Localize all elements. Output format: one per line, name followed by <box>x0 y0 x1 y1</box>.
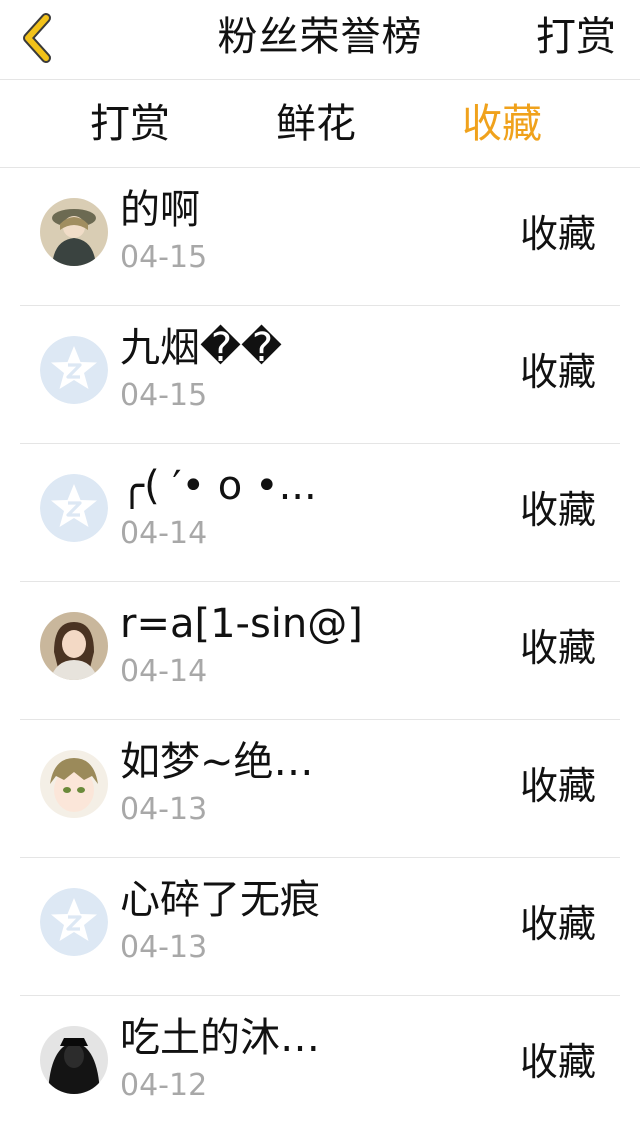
date: 04-15 <box>120 240 208 275</box>
avatar <box>40 888 108 956</box>
list-item[interactable]: 九烟�� 04-15 收藏 <box>20 306 620 444</box>
list-item[interactable]: 如梦~绝… 04-13 收藏 <box>20 720 620 858</box>
avatar <box>40 474 108 542</box>
user-name: 心碎了无痕 <box>120 877 320 923</box>
default-avatar-icon <box>40 336 108 404</box>
avatar <box>40 198 108 266</box>
user-name: 如梦~绝… <box>120 739 314 785</box>
type-label: 收藏 <box>519 626 596 670</box>
list-item[interactable]: 心碎了无痕 04-13 收藏 <box>20 858 620 996</box>
list-item[interactable]: 的啊 04-15 收藏 <box>20 168 620 306</box>
type-label: 收藏 <box>519 350 596 394</box>
user-name: ╭( ′• o •... <box>120 463 317 509</box>
type-label: 收藏 <box>519 212 596 256</box>
list-item[interactable]: 吃土的沐… 04-12 收藏 <box>20 996 620 1134</box>
date: 04-13 <box>120 792 208 827</box>
tab-flowers[interactable]: 鲜花 <box>276 100 356 148</box>
type-label: 收藏 <box>519 902 596 946</box>
user-name: 吃土的沐… <box>120 1015 320 1061</box>
avatar <box>40 612 108 680</box>
date: 04-15 <box>120 378 208 413</box>
default-avatar-icon <box>40 888 108 956</box>
list-item[interactable]: ╭( ′• o •... 04-14 收藏 <box>20 444 620 582</box>
type-label: 收藏 <box>519 488 596 532</box>
top-bar: 粉丝荣誉榜 打赏 <box>0 0 640 80</box>
date: 04-14 <box>120 516 208 551</box>
user-name: 的啊 <box>120 187 200 233</box>
type-label: 收藏 <box>519 1040 596 1084</box>
avatar <box>40 1026 108 1094</box>
fan-list: 的啊 04-15 收藏 九烟�� 04-15 收藏 ╭( ′• o •... 0… <box>0 168 640 1134</box>
date: 04-13 <box>120 930 208 965</box>
date: 04-14 <box>120 654 208 689</box>
user-name: r=a[1-sin@] <box>120 601 363 647</box>
user-name: 九烟�� <box>120 325 283 371</box>
list-item[interactable]: r=a[1-sin@] 04-14 收藏 <box>20 582 620 720</box>
avatar <box>40 750 108 818</box>
tab-favorites[interactable]: 收藏 <box>462 100 542 148</box>
type-label: 收藏 <box>519 764 596 808</box>
avatar <box>40 336 108 404</box>
date: 04-12 <box>120 1068 208 1103</box>
reward-button[interactable]: 打赏 <box>536 12 616 62</box>
default-avatar-icon <box>40 474 108 542</box>
tab-reward[interactable]: 打赏 <box>90 100 170 148</box>
tab-bar: 打赏 鲜花 收藏 <box>0 80 640 168</box>
